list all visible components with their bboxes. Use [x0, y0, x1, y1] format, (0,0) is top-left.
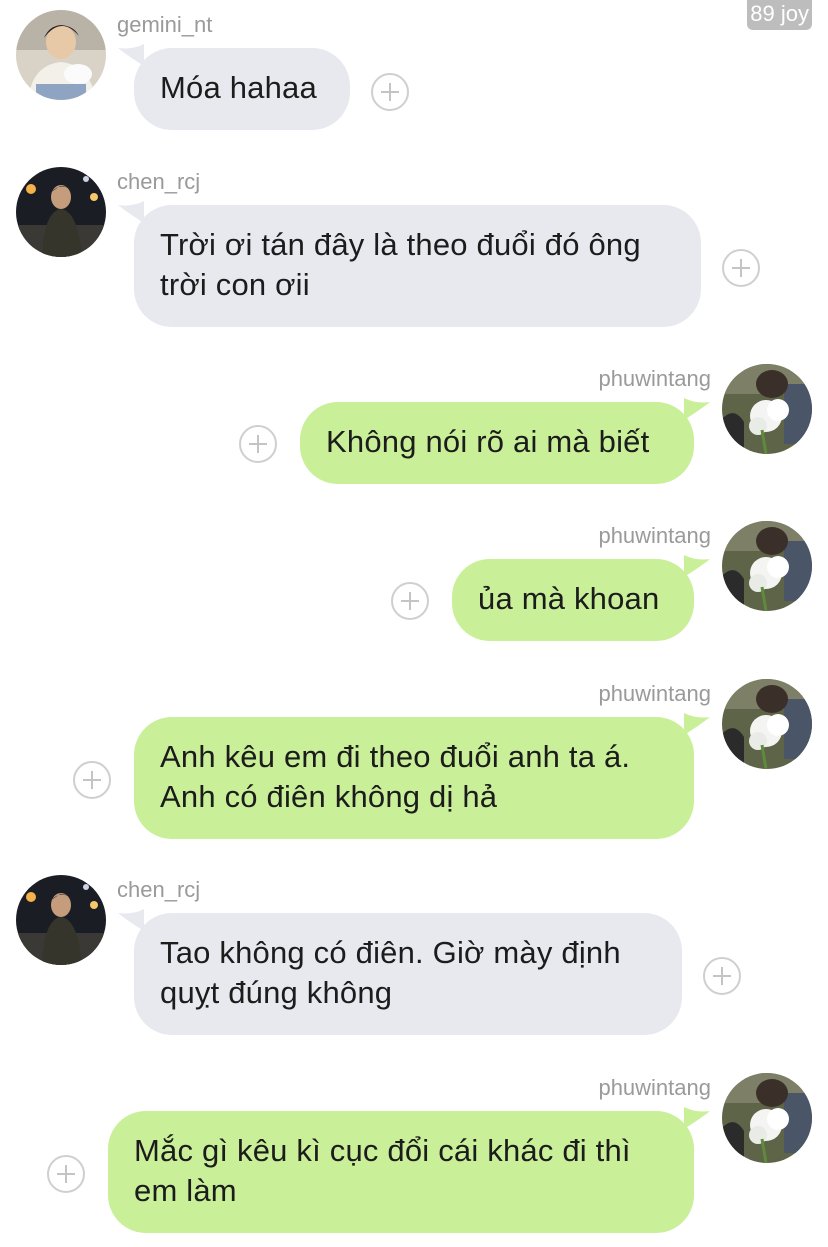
bubble-tail: [684, 398, 710, 420]
add-reaction-icon[interactable]: [371, 73, 409, 111]
add-reaction-icon[interactable]: [73, 761, 111, 799]
avatar[interactable]: [722, 679, 812, 769]
outgoing-message-bubble[interactable]: Anh kêu em đi theo đuổi anh ta á. Anh có …: [134, 717, 694, 839]
bubble-tail: [684, 1107, 710, 1129]
message-text-line: Trời ơi tán đây là theo đuổi đó ông: [160, 227, 641, 262]
message-text-line: Móa hahaa: [160, 70, 317, 105]
bubble-tail: [684, 713, 710, 735]
message-text-line: Anh có điên không dị hả: [160, 779, 498, 814]
avatar[interactable]: [722, 1073, 812, 1163]
message-text-line: quỵt đúng không: [160, 975, 393, 1010]
username: phuwintang: [598, 523, 711, 548]
outgoing-message-bubble[interactable]: Mắc gì kêu kì cục đổi cái khác đi thì em …: [108, 1111, 694, 1233]
avatar[interactable]: [722, 521, 812, 611]
top-badge: 89 joy: [747, 0, 812, 30]
avatar[interactable]: [16, 10, 106, 100]
username: phuwintang: [598, 681, 711, 706]
bubble-tail: [118, 44, 144, 66]
username: chen_rcj: [117, 169, 201, 194]
add-reaction-icon[interactable]: [47, 1155, 85, 1193]
username: gemini_nt: [117, 12, 213, 37]
bubble-tail: [118, 201, 144, 223]
avatar[interactable]: [16, 875, 106, 965]
add-reaction-icon[interactable]: [703, 957, 741, 995]
message-text-line: Tao không có điên. Giờ mày định: [160, 935, 621, 970]
message-text-line: Mắc gì kêu kì cục đổi cái khác đi thì: [134, 1133, 631, 1168]
bubble-tail: [118, 909, 144, 931]
add-reaction-icon[interactable]: [722, 249, 760, 287]
username: phuwintang: [598, 1075, 711, 1100]
incoming-message-bubble[interactable]: Trời ơi tán đây là theo đuổi đó ông trời …: [134, 205, 701, 327]
avatar[interactable]: [722, 364, 812, 454]
incoming-message-bubble[interactable]: Móa hahaa: [134, 48, 350, 130]
message-text-line: Anh kêu em đi theo đuổi anh ta á.: [160, 739, 631, 774]
username: phuwintang: [598, 366, 711, 391]
username: chen_rcj: [117, 877, 201, 902]
outgoing-message-bubble[interactable]: ủa mà khoan: [452, 559, 694, 641]
outgoing-message-bubble[interactable]: Không nói rõ ai mà biết: [300, 402, 694, 484]
add-reaction-icon[interactable]: [391, 582, 429, 620]
incoming-message-bubble[interactable]: Tao không có điên. Giờ mày định quỵt đúng…: [134, 913, 682, 1035]
bubble-tail: [684, 555, 710, 577]
message-text-line: ủa mà khoan: [478, 581, 660, 616]
add-reaction-icon[interactable]: [239, 425, 277, 463]
message-text-line: em làm: [134, 1173, 237, 1208]
message-text-line: Không nói rõ ai mà biết: [326, 424, 650, 459]
message-text-line: trời con ơii: [160, 267, 310, 302]
chat-log: 89 joy gemini_nt Móa hahaa chen_rcj Trời ơ…: [0, 0, 828, 1247]
avatar[interactable]: [16, 167, 106, 257]
